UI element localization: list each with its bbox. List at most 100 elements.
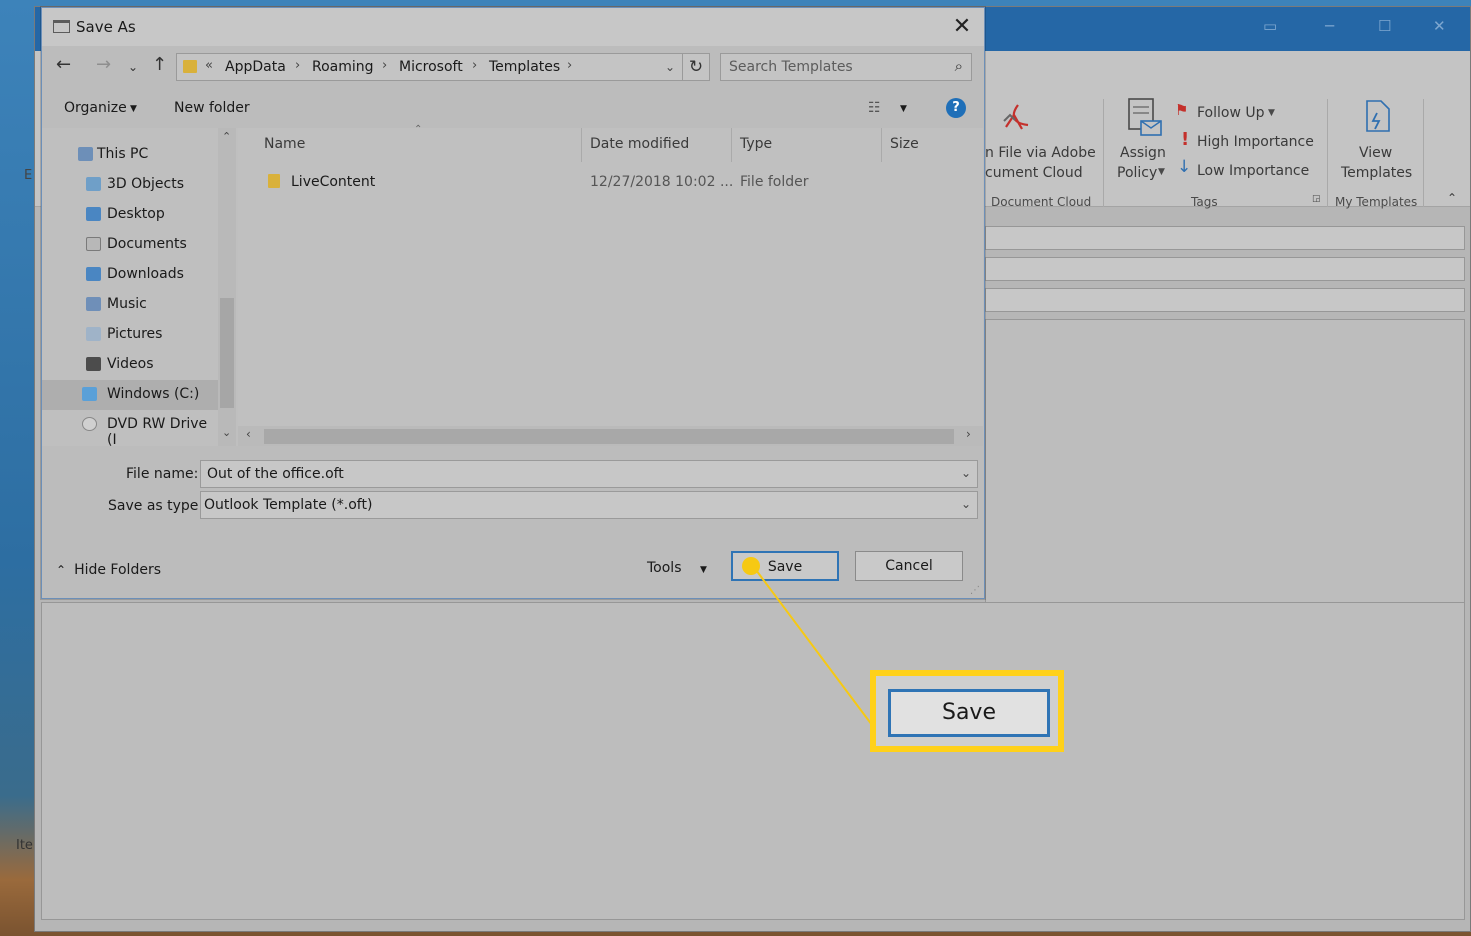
forward-arrow-icon[interactable]: → xyxy=(96,54,111,75)
chevron-down-icon[interactable]: ⌄ xyxy=(961,497,971,511)
view-options-icon[interactable]: ☷ xyxy=(868,100,881,116)
address-bar[interactable]: « AppData › Roaming › Microsoft › Templa… xyxy=(176,53,708,81)
dialog-launcher-icon[interactable]: ◲ xyxy=(1312,194,1321,204)
save-as-type-label: Save as type: xyxy=(108,498,204,514)
nav-item-desktop[interactable]: Desktop xyxy=(42,200,218,230)
cancel-button[interactable]: Cancel xyxy=(855,551,963,581)
follow-up-label[interactable]: Follow Up xyxy=(1197,105,1265,121)
horizontal-scrollbar[interactable]: ‹ › xyxy=(238,426,983,446)
up-arrow-icon[interactable]: ↑ xyxy=(152,54,167,75)
breadcrumb-microsoft[interactable]: Microsoft xyxy=(399,59,463,75)
ribbon-separator xyxy=(1327,99,1328,207)
chevron-down-icon[interactable]: ▼ xyxy=(900,104,907,114)
table-row[interactable]: LiveContent 12/27/2018 10:02 ... File fo… xyxy=(238,128,983,208)
cc-field[interactable] xyxy=(985,257,1465,281)
resize-grip-icon[interactable]: ⋰ xyxy=(970,585,980,596)
nav-item-documents[interactable]: Documents xyxy=(42,230,218,260)
breadcrumb-separator-icon[interactable]: › xyxy=(472,58,477,73)
search-box[interactable]: ⌕ xyxy=(720,53,972,81)
save-as-type-value[interactable]: Outlook Template (*.oft) xyxy=(204,497,372,513)
flag-icon: ⚑ xyxy=(1175,101,1189,119)
breadcrumb-separator-icon[interactable]: › xyxy=(295,58,300,73)
recent-locations-chevron-icon[interactable]: ⌄ xyxy=(128,60,138,74)
close-icon[interactable]: ✕ xyxy=(1433,17,1446,35)
ribbon-separator xyxy=(1103,99,1104,207)
message-body-lower[interactable] xyxy=(41,602,1465,920)
assign-policy-label-1[interactable]: Assign xyxy=(1120,145,1166,161)
search-input[interactable] xyxy=(729,58,939,76)
maximize-icon[interactable]: ☐ xyxy=(1378,17,1391,35)
drive-icon xyxy=(82,387,97,401)
nav-item-3d-objects[interactable]: 3D Objects xyxy=(42,170,218,200)
chevron-up-icon: ⌃ xyxy=(56,563,67,577)
refresh-icon[interactable]: ↻ xyxy=(682,53,710,81)
nav-item-pictures[interactable]: Pictures xyxy=(42,320,218,350)
low-importance-label[interactable]: Low Importance xyxy=(1197,163,1309,179)
view-templates-label-2[interactable]: Templates xyxy=(1341,165,1412,181)
file-name-value[interactable]: Out of the office.oft xyxy=(207,466,344,482)
chevron-down-icon[interactable]: ▼ xyxy=(130,104,137,114)
breadcrumb-appdata[interactable]: AppData xyxy=(225,59,286,75)
adobe-share-label-2[interactable]: cument Cloud xyxy=(985,165,1083,181)
computer-icon xyxy=(78,147,93,161)
organize-button[interactable]: Organize xyxy=(64,100,127,116)
breadcrumb-separator-icon[interactable]: › xyxy=(382,58,387,73)
window-icon xyxy=(53,20,70,33)
hide-folders-label: Hide Folders xyxy=(74,562,161,578)
assign-policy-icon[interactable] xyxy=(1125,97,1163,137)
nav-item-windows-c[interactable]: Windows (C:) xyxy=(42,380,218,410)
restore-ribbon-icon[interactable]: ▭ xyxy=(1263,17,1277,35)
address-dropdown-icon[interactable]: ⌄ xyxy=(665,60,675,74)
file-name-cell: LiveContent xyxy=(291,174,376,190)
callout-zoom-frame: Save xyxy=(870,670,1064,752)
file-name-field[interactable]: Out of the office.oft ⌄ xyxy=(200,460,978,488)
nav-item-videos[interactable]: Videos xyxy=(42,350,218,380)
nav-item-label: This PC xyxy=(97,146,149,162)
file-name-label: File name: xyxy=(126,466,199,482)
file-type-cell: File folder xyxy=(740,174,809,190)
document-cloud-group-label: Document Cloud xyxy=(991,195,1092,209)
scroll-down-icon[interactable]: ⌄ xyxy=(222,426,231,439)
scroll-left-icon[interactable]: ‹ xyxy=(246,427,251,441)
nav-item-label: DVD RW Drive (I xyxy=(107,416,208,448)
pictures-folder-icon xyxy=(86,327,101,341)
adobe-share-label-1[interactable]: n File via Adobe xyxy=(985,145,1096,161)
scroll-up-icon[interactable]: ⌃ xyxy=(222,130,231,143)
ribbon-separator xyxy=(1423,99,1424,207)
hide-folders-button[interactable]: ⌃ Hide Folders xyxy=(56,562,161,578)
nav-item-music[interactable]: Music xyxy=(42,290,218,320)
horizontal-scroll-thumb[interactable] xyxy=(264,429,954,444)
view-templates-label-1[interactable]: View xyxy=(1359,145,1392,161)
help-icon[interactable]: ? xyxy=(946,98,966,118)
to-field[interactable] xyxy=(985,226,1465,250)
save-as-type-select[interactable]: Outlook Template (*.oft) ⌄ xyxy=(200,491,978,519)
nav-item-this-pc[interactable]: This PC xyxy=(42,140,218,170)
minimize-icon[interactable]: ─ xyxy=(1325,17,1334,35)
chevron-down-icon: ▼ xyxy=(699,565,707,575)
nav-item-label: Documents xyxy=(107,236,187,252)
breadcrumb-templates[interactable]: Templates xyxy=(489,59,560,75)
file-date-cell: 12/27/2018 10:02 ... xyxy=(590,174,734,190)
nav-item-dvd-drive[interactable]: DVD RW Drive (I xyxy=(42,410,218,448)
high-importance-label[interactable]: High Importance xyxy=(1197,134,1314,150)
chevron-down-icon[interactable]: ⌄ xyxy=(961,466,971,480)
scroll-right-icon[interactable]: › xyxy=(966,427,971,441)
documents-folder-icon xyxy=(86,237,101,251)
overflow-chevron-icon[interactable]: « xyxy=(205,58,213,73)
downloads-folder-icon xyxy=(86,267,101,281)
assign-policy-label-2[interactable]: Policy xyxy=(1117,165,1157,181)
breadcrumb-roaming[interactable]: Roaming xyxy=(312,59,374,75)
chevron-down-icon: ▼ xyxy=(1268,108,1275,118)
search-icon[interactable]: ⌕ xyxy=(955,57,963,75)
back-arrow-icon[interactable]: ← xyxy=(56,54,71,75)
tools-button[interactable]: Tools ▼ xyxy=(647,560,707,576)
close-icon[interactable]: ✕ xyxy=(940,8,984,46)
nav-scrollbar[interactable]: ⌃ ⌄ xyxy=(218,128,236,446)
view-templates-icon[interactable] xyxy=(1363,99,1393,135)
subject-field[interactable] xyxy=(985,288,1465,312)
collapse-ribbon-icon[interactable]: ⌃ xyxy=(1447,191,1457,205)
new-folder-button[interactable]: New folder xyxy=(174,100,250,116)
breadcrumb-separator-icon[interactable]: › xyxy=(567,58,572,73)
nav-scroll-thumb[interactable] xyxy=(220,298,234,408)
nav-item-downloads[interactable]: Downloads xyxy=(42,260,218,290)
